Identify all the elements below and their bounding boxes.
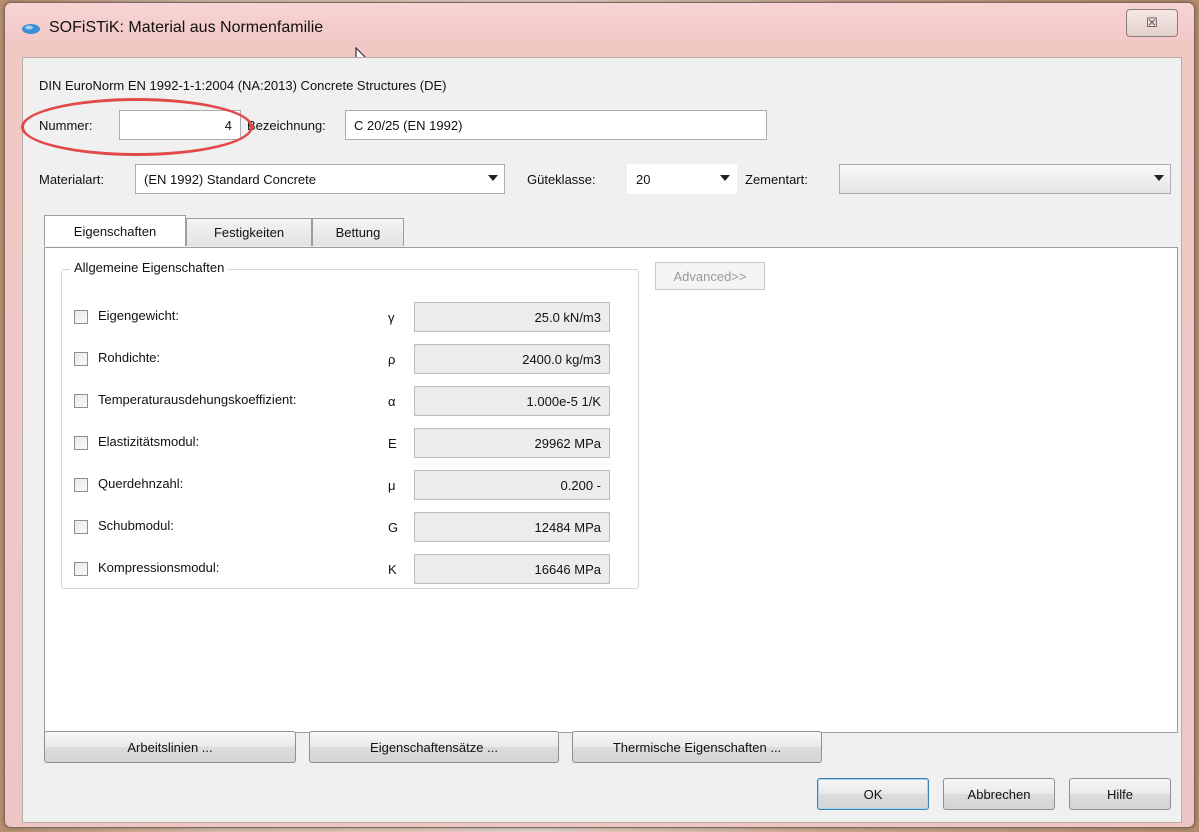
window-title: SOFiSTiK: Material aus Normenfamilie (49, 19, 324, 36)
property-symbol: G (388, 520, 399, 535)
dialog-client-area: DIN EuroNorm EN 1992-1-1:2004 (NA:2013) … (21, 57, 1182, 823)
bezeichnung-value: C 20/25 (EN 1992) (354, 117, 463, 133)
property-row: Temperaturausdehungskoeffizient: α 1.000… (74, 386, 634, 416)
property-symbol: E (388, 436, 397, 451)
eigenschaftensaetze-button[interactable]: Eigenschaftensätze ... (309, 731, 559, 763)
gueteklasse-select[interactable]: 20 (627, 164, 737, 194)
zementart-select[interactable] (839, 164, 1171, 194)
nummer-value: 4 (224, 117, 232, 133)
property-value-field[interactable]: 29962 MPa (414, 428, 610, 458)
advanced-button[interactable]: Advanced>> (655, 262, 765, 290)
bezeichnung-input[interactable]: C 20/25 (EN 1992) (345, 110, 767, 140)
bezeichnung-label: Bezeichnung: (247, 118, 326, 133)
property-label: Elastizitätsmodul: (98, 434, 200, 449)
property-label: Querdehnzahl: (98, 476, 184, 491)
property-value-field[interactable]: 1.000e-5 1/K (414, 386, 610, 416)
hilfe-button[interactable]: Hilfe (1069, 778, 1171, 810)
property-value-field[interactable]: 0.200 - (414, 470, 610, 500)
title-bar[interactable]: SOFiSTiK: Material aus Normenfamilie ☒ (5, 3, 1194, 51)
gueteklasse-label: Güteklasse: (527, 172, 596, 187)
close-button[interactable]: ☒ (1126, 9, 1178, 37)
property-row: Rohdichte: ρ 2400.0 kg/m3 (74, 344, 634, 374)
sofistik-app-icon (22, 24, 40, 34)
nummer-label: Nummer: (39, 118, 93, 133)
property-label: Schubmodul: (98, 518, 174, 533)
allgemeine-eigenschaften-group: Allgemeine Eigenschaften Eigengewicht: γ… (61, 260, 639, 589)
property-symbol: K (388, 562, 397, 577)
property-value-field[interactable]: 25.0 kN/m3 (414, 302, 610, 332)
temperaturausdehnung-checkbox[interactable] (74, 394, 88, 408)
eigenschaften-panel: Allgemeine Eigenschaften Eigengewicht: γ… (44, 247, 1178, 733)
group-title: Allgemeine Eigenschaften (70, 260, 229, 275)
property-value-field[interactable]: 2400.0 kg/m3 (414, 344, 610, 374)
property-row: Elastizitätsmodul: E 29962 MPa (74, 428, 634, 458)
tab-festigkeiten[interactable]: Festigkeiten (186, 218, 312, 246)
property-row: Querdehnzahl: μ 0.200 - (74, 470, 634, 500)
property-symbol: ρ (388, 352, 396, 367)
property-value: 0.200 - (560, 477, 601, 493)
property-value-field[interactable]: 16646 MPa (414, 554, 610, 584)
property-value: 12484 MPa (534, 519, 602, 535)
ok-button[interactable]: OK (817, 778, 929, 810)
abbrechen-button[interactable]: Abbrechen (943, 778, 1055, 810)
property-value: 2400.0 kg/m3 (522, 351, 601, 367)
close-icon: ☒ (1146, 15, 1158, 30)
property-value: 16646 MPa (534, 561, 602, 577)
material-dialog: SOFiSTiK: Material aus Normenfamilie ☒ D… (4, 2, 1195, 828)
property-row: Schubmodul: G 12484 MPa (74, 512, 634, 542)
tab-bettung[interactable]: Bettung (312, 218, 404, 246)
property-label: Temperaturausdehungskoeffizient: (98, 392, 297, 407)
property-label: Rohdichte: (98, 350, 161, 365)
chevron-down-icon (488, 175, 498, 181)
chevron-down-icon (1154, 175, 1164, 181)
property-label: Eigengewicht: (98, 308, 179, 323)
property-value-field[interactable]: 12484 MPa (414, 512, 610, 542)
schubmodul-checkbox[interactable] (74, 520, 88, 534)
gueteklasse-value: 20 (636, 171, 651, 187)
materialart-select[interactable]: (EN 1992) Standard Concrete (135, 164, 505, 194)
property-value: 1.000e-5 1/K (526, 393, 601, 409)
arbeitslinien-button[interactable]: Arbeitslinien ... (44, 731, 296, 763)
property-symbol: α (388, 394, 396, 409)
property-value: 29962 MPa (534, 435, 602, 451)
property-value: 25.0 kN/m3 (534, 309, 601, 325)
nummer-input[interactable]: 4 (119, 110, 241, 140)
chevron-down-icon (720, 175, 730, 181)
rohdichte-checkbox[interactable] (74, 352, 88, 366)
zementart-label: Zementart: (745, 172, 808, 187)
property-row: Kompressionsmodul: K 16646 MPa (74, 554, 634, 584)
materialart-value: (EN 1992) Standard Concrete (144, 171, 316, 187)
norm-description: DIN EuroNorm EN 1992-1-1:2004 (NA:2013) … (39, 78, 447, 93)
property-label: Kompressionsmodul: (98, 560, 220, 575)
querdehnzahl-checkbox[interactable] (74, 478, 88, 492)
property-symbol: μ (388, 478, 396, 493)
tab-eigenschaften[interactable]: Eigenschaften (44, 215, 186, 246)
property-row: Eigengewicht: γ 25.0 kN/m3 (74, 302, 634, 332)
eigengewicht-checkbox[interactable] (74, 310, 88, 324)
property-symbol: γ (388, 310, 395, 325)
materialart-label: Materialart: (39, 172, 105, 187)
kompressionsmodul-checkbox[interactable] (74, 562, 88, 576)
elastizitaetsmodul-checkbox[interactable] (74, 436, 88, 450)
thermische-eigenschaften-button[interactable]: Thermische Eigenschaften ... (572, 731, 822, 763)
